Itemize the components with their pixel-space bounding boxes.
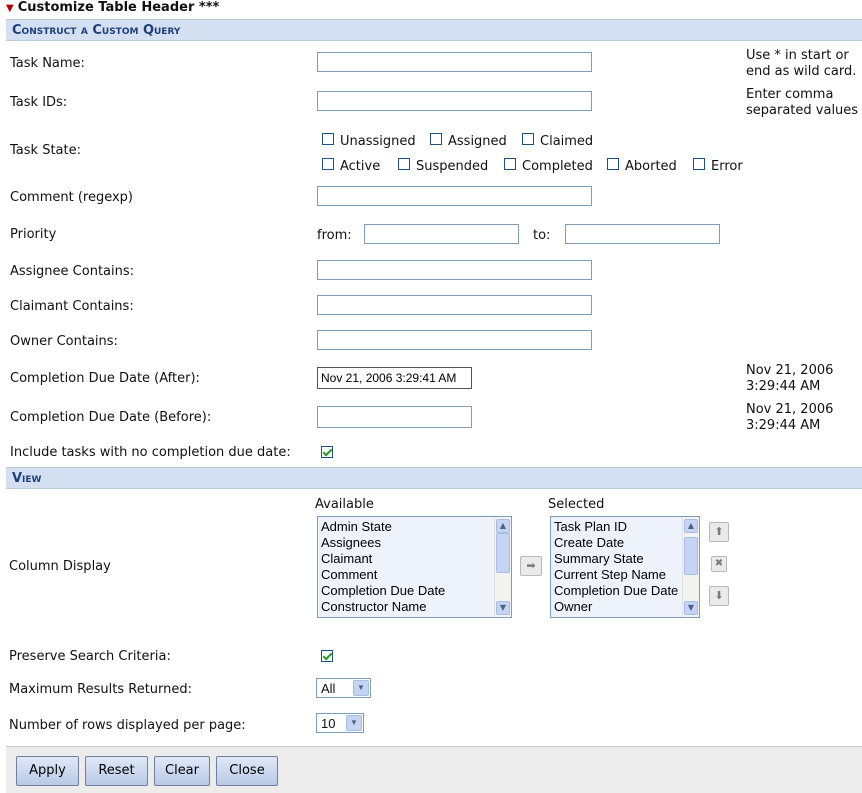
collapse-triangle-icon[interactable]: ▼ bbox=[6, 3, 14, 14]
priority-from-label: from: bbox=[317, 228, 352, 243]
assignee-label: Assignee Contains: bbox=[10, 264, 135, 279]
priority-from-input[interactable] bbox=[364, 224, 519, 244]
state-error-label: Error bbox=[711, 159, 743, 174]
selected-scrollbar[interactable]: ▲ ▼ bbox=[682, 517, 699, 617]
assignee-input[interactable] bbox=[317, 260, 592, 280]
state-completed-label: Completed bbox=[522, 159, 593, 174]
include-no-due-label: Include tasks with no completion due dat… bbox=[10, 445, 291, 460]
panel-title[interactable]: ▼ Customize Table Header *** bbox=[6, 0, 219, 15]
arrow-down-icon[interactable]: ⬇ bbox=[709, 586, 729, 606]
available-options: Admin State Assignees Claimant Comment C… bbox=[321, 519, 445, 615]
max-results-select[interactable]: All ▼ bbox=[316, 678, 371, 698]
apply-button[interactable]: Apply bbox=[16, 756, 79, 786]
list-item[interactable]: Task Plan ID bbox=[554, 519, 678, 535]
chevron-down-icon[interactable]: ▼ bbox=[353, 680, 369, 696]
available-label: Available bbox=[315, 497, 374, 512]
list-item[interactable]: Admin State bbox=[321, 519, 445, 535]
column-display-label: Column Display bbox=[9, 559, 111, 574]
claimant-label: Claimant Contains: bbox=[10, 299, 134, 314]
owner-input[interactable] bbox=[317, 330, 592, 350]
state-suspended-label: Suspended bbox=[416, 159, 489, 174]
clear-button[interactable]: Clear bbox=[154, 756, 210, 786]
rows-per-page-value: 10 bbox=[321, 716, 336, 731]
list-item[interactable]: Create Date bbox=[554, 535, 678, 551]
due-before-label: Completion Due Date (Before): bbox=[10, 410, 212, 425]
scroll-down-icon[interactable]: ▼ bbox=[496, 601, 510, 615]
due-after-hint: Nov 21, 2006 3:29:44 AM bbox=[746, 363, 834, 394]
comment-label: Comment (regexp) bbox=[10, 190, 133, 205]
list-item[interactable]: Completion Due Date bbox=[321, 583, 445, 599]
chevron-down-icon[interactable]: ▼ bbox=[346, 715, 362, 731]
list-item[interactable]: Summary State bbox=[554, 551, 678, 567]
arrow-right-icon[interactable]: ➡ bbox=[520, 556, 542, 576]
scroll-thumb[interactable] bbox=[684, 537, 698, 575]
due-after-input[interactable] bbox=[317, 367, 472, 389]
scroll-down-icon[interactable]: ▼ bbox=[684, 601, 698, 615]
scroll-thumb[interactable] bbox=[496, 533, 510, 573]
task-ids-hint: Enter comma separated values bbox=[746, 87, 859, 118]
close-button[interactable]: Close bbox=[216, 756, 278, 786]
preserve-label: Preserve Search Criteria: bbox=[9, 649, 171, 664]
selected-columns-list[interactable]: Task Plan ID Create Date Summary State C… bbox=[550, 516, 700, 618]
priority-to-label: to: bbox=[533, 228, 551, 243]
task-state-label: Task State: bbox=[10, 143, 81, 158]
priority-label: Priority bbox=[10, 227, 57, 242]
comment-input[interactable] bbox=[317, 186, 592, 206]
selected-label: Selected bbox=[548, 497, 605, 512]
preserve-checkbox[interactable] bbox=[321, 650, 333, 662]
state-unassigned-label: Unassigned bbox=[340, 134, 416, 149]
due-before-hint: Nov 21, 2006 3:29:44 AM bbox=[746, 402, 834, 433]
priority-to-input[interactable] bbox=[565, 224, 720, 244]
max-results-label: Maximum Results Returned: bbox=[9, 682, 193, 697]
state-claimed-label: Claimed bbox=[540, 134, 594, 149]
list-item[interactable]: Current Step Name bbox=[554, 567, 678, 583]
state-assigned-checkbox[interactable] bbox=[430, 133, 442, 145]
due-after-label: Completion Due Date (After): bbox=[10, 371, 200, 386]
list-item[interactable]: Owner bbox=[554, 599, 678, 615]
scroll-up-icon[interactable]: ▲ bbox=[684, 519, 698, 533]
state-claimed-checkbox[interactable] bbox=[522, 133, 534, 145]
state-aborted-label: Aborted bbox=[625, 159, 677, 174]
state-active-label: Active bbox=[340, 159, 381, 174]
list-item[interactable]: Constructor Name bbox=[321, 599, 445, 615]
state-suspended-checkbox[interactable] bbox=[398, 158, 410, 170]
due-before-input[interactable] bbox=[317, 406, 472, 428]
scroll-up-icon[interactable]: ▲ bbox=[496, 519, 510, 533]
state-error-checkbox[interactable] bbox=[693, 158, 705, 170]
task-name-input[interactable] bbox=[317, 52, 592, 72]
available-scrollbar[interactable]: ▲ ▼ bbox=[494, 517, 511, 617]
state-unassigned-checkbox[interactable] bbox=[322, 133, 334, 145]
state-completed-checkbox[interactable] bbox=[504, 158, 516, 170]
rows-per-page-select[interactable]: 10 ▼ bbox=[316, 713, 364, 733]
task-name-label: Task Name: bbox=[10, 56, 85, 71]
list-item[interactable]: Comment bbox=[321, 567, 445, 583]
rows-per-page-label: Number of rows displayed per page: bbox=[9, 718, 246, 733]
available-columns-list[interactable]: Admin State Assignees Claimant Comment C… bbox=[317, 516, 512, 618]
task-ids-input[interactable] bbox=[317, 91, 592, 111]
task-name-hint: Use * in start or end as wild card. bbox=[746, 48, 857, 79]
state-assigned-label: Assigned bbox=[448, 134, 507, 149]
selected-options: Task Plan ID Create Date Summary State C… bbox=[554, 519, 678, 615]
max-results-value: All bbox=[321, 681, 336, 696]
state-aborted-checkbox[interactable] bbox=[607, 158, 619, 170]
claimant-input[interactable] bbox=[317, 295, 592, 315]
state-active-checkbox[interactable] bbox=[322, 158, 334, 170]
task-ids-label: Task IDs: bbox=[10, 95, 68, 110]
section-header-view: View bbox=[6, 467, 862, 489]
include-no-due-checkbox[interactable] bbox=[321, 446, 333, 458]
arrow-up-icon[interactable]: ⬆ bbox=[709, 522, 729, 542]
list-item[interactable]: Assignees bbox=[321, 535, 445, 551]
remove-icon[interactable]: ✖ bbox=[711, 556, 727, 572]
reset-button[interactable]: Reset bbox=[85, 756, 148, 786]
list-item[interactable]: Completion Due Date bbox=[554, 583, 678, 599]
owner-label: Owner Contains: bbox=[10, 334, 118, 349]
list-item[interactable]: Claimant bbox=[321, 551, 445, 567]
section-header-query: Construct a Custom Query bbox=[6, 19, 862, 41]
